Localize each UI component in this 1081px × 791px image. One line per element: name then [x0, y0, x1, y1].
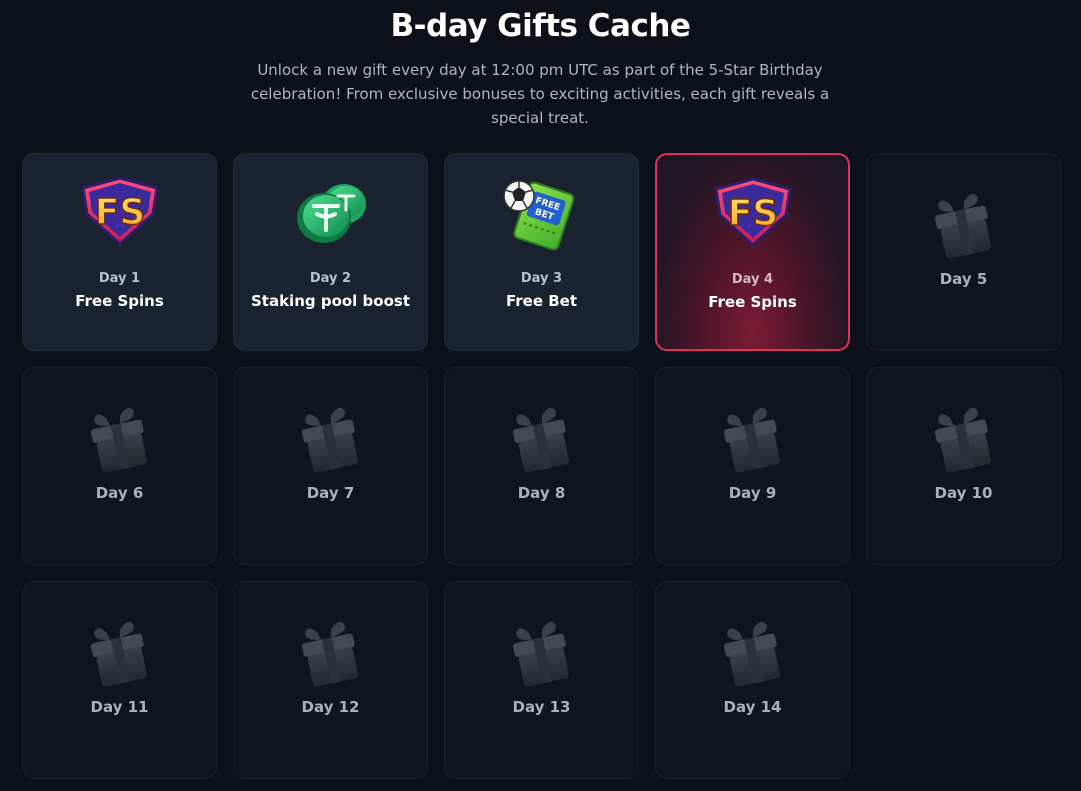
gift-day-label: Day 12 — [301, 698, 360, 716]
gift-day-label: Day 11 — [90, 698, 149, 716]
gift-grid: FS Day 1 Free Spins Day 2 Staking pool boost… — [22, 153, 1061, 779]
gift-box-icon — [715, 404, 791, 480]
gift-box-icon — [926, 190, 1002, 266]
page-subtitle: Unlock a new gift every day at 12:00 pm … — [250, 61, 830, 127]
free-spins-icon: FS — [708, 175, 798, 255]
gift-box-icon — [504, 618, 580, 694]
gift-card-day-6[interactable]: Day 6 — [22, 367, 217, 565]
gift-card-day-11[interactable]: Day 11 — [22, 581, 217, 779]
gift-card-day-9[interactable]: Day 9 — [655, 367, 850, 565]
gift-card-day-8[interactable]: Day 8 — [444, 367, 639, 565]
gift-day-label: Day 3 — [520, 271, 563, 286]
gift-day-label: Day 14 — [723, 698, 782, 716]
gift-card-day-14[interactable]: Day 14 — [655, 581, 850, 779]
gift-day-label: Day 13 — [512, 698, 571, 716]
free-bet-ticket-icon: FREE BET — [497, 174, 587, 254]
gift-card-day-7[interactable]: Day 7 — [233, 367, 428, 565]
gift-day-label: Day 6 — [95, 484, 144, 502]
gift-card-day-13[interactable]: Day 13 — [444, 581, 639, 779]
gift-day-label: Day 10 — [934, 484, 993, 502]
gift-box-icon — [715, 618, 791, 694]
fs-text: FS — [727, 193, 778, 234]
gift-card-day-3[interactable]: FREE BET Day 3 Free Bet — [444, 153, 639, 351]
gift-box-icon — [504, 404, 580, 480]
gift-day-label: Day 1 — [98, 271, 141, 286]
gift-box-icon — [926, 404, 1002, 480]
gift-name-label: Free Spins — [75, 292, 164, 310]
gift-box-icon — [293, 404, 369, 480]
gift-box-icon — [82, 618, 158, 694]
gift-name-label: Free Spins — [708, 293, 797, 311]
gift-card-day-1[interactable]: FS Day 1 Free Spins — [22, 153, 217, 351]
gift-name-label: Staking pool boost — [250, 292, 410, 310]
gift-box-icon — [293, 618, 369, 694]
free-spins-icon: FS — [75, 174, 165, 254]
gift-box-icon — [82, 404, 158, 480]
gift-name-label: Free Bet — [505, 292, 578, 310]
gift-card-day-10[interactable]: Day 10 — [866, 367, 1061, 565]
gift-day-label: Day 7 — [306, 484, 355, 502]
gift-day-label: Day 5 — [939, 270, 988, 288]
gift-day-label: Day 4 — [731, 272, 774, 287]
gift-card-day-5[interactable]: Day 5 — [866, 153, 1061, 351]
gift-card-day-2[interactable]: Day 2 Staking pool boost — [233, 153, 428, 351]
gifts-cache-page: B-day Gifts Cache Unlock a new gift ever… — [0, 0, 1081, 791]
gift-day-label: Day 9 — [728, 484, 777, 502]
fs-text: FS — [94, 192, 145, 233]
staking-coin-icon — [286, 174, 376, 254]
page-title: B-day Gifts Cache — [390, 8, 691, 44]
gift-day-label: Day 8 — [517, 484, 566, 502]
gift-card-day-12[interactable]: Day 12 — [233, 581, 428, 779]
gift-day-label: Day 2 — [309, 271, 352, 286]
gift-card-day-4[interactable]: FS Day 4 Free Spins — [655, 153, 850, 351]
